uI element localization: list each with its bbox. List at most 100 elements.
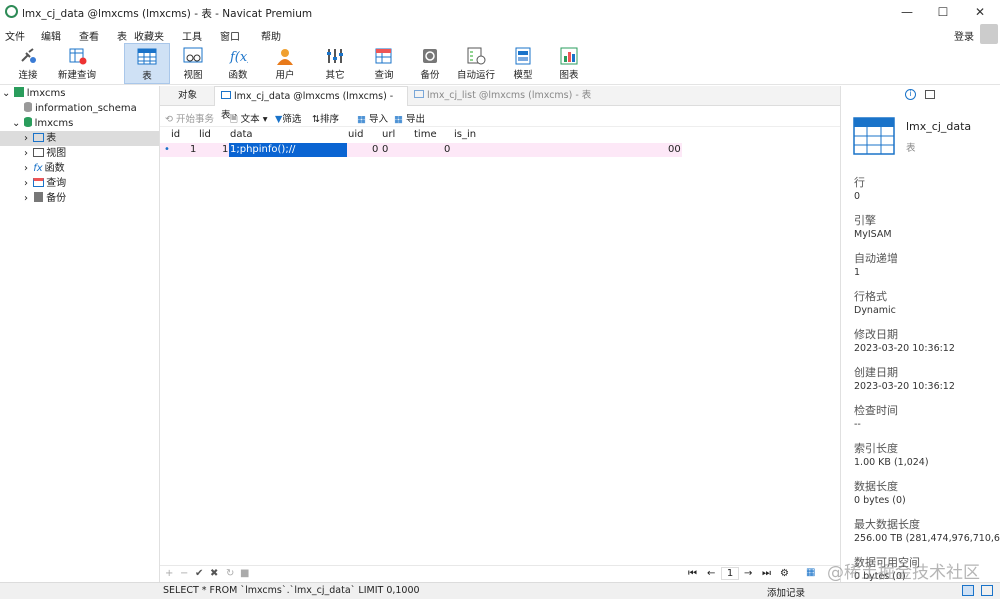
- window-title: lmx_cj_data @lmxcms (lmxcms) - 表 - Navic…: [22, 8, 313, 20]
- model-button[interactable]: 模型: [503, 43, 543, 84]
- cell-id[interactable]: 1: [190, 143, 196, 157]
- object-info-panel: i lmx_cj_data 表 行 0 引擎 MyISAM 自动递增 1 行格式 Dynami…: [840, 86, 1000, 582]
- discard-icon[interactable]: ✖: [210, 568, 218, 579]
- cell-is-in[interactable]: 00: [668, 143, 681, 157]
- tab-lmx-cj-data[interactable]: lmx_cj_data @lmxcms (lmxcms) - 表: [214, 86, 408, 121]
- chart-icon: [559, 47, 579, 65]
- tree-item-views[interactable]: › 视图: [24, 146, 66, 161]
- column-header-id[interactable]: id: [171, 128, 180, 142]
- query-icon: [33, 178, 45, 187]
- backup-icon: [420, 47, 440, 65]
- tree-item-tables[interactable]: › 表: [0, 131, 159, 146]
- database-icon: [23, 117, 32, 127]
- avatar-icon[interactable]: [980, 24, 998, 44]
- tree-connection-lmxcms[interactable]: ⌄ lmxcms: [2, 86, 65, 101]
- login-link[interactable]: 登录: [954, 28, 974, 43]
- tab-objects[interactable]: 对象: [172, 86, 203, 106]
- chevron-right-icon[interactable]: ›: [24, 193, 28, 204]
- tree-item-functions[interactable]: › fx 函数: [24, 161, 65, 176]
- text-button[interactable]: 🗎 文本 ▾: [230, 111, 267, 128]
- menu-table[interactable]: 表: [117, 28, 127, 43]
- property-value: Dynamic: [854, 305, 896, 316]
- connection-icon: [18, 47, 38, 65]
- delete-row-icon[interactable]: −: [180, 568, 188, 579]
- last-page-icon[interactable]: ⏭: [762, 568, 771, 579]
- auto-run-icon: [466, 47, 486, 65]
- prev-page-icon[interactable]: ←: [707, 568, 715, 579]
- menu-edit[interactable]: 编辑: [41, 28, 61, 43]
- tree-db-lmxcms[interactable]: ⌄ lmxcms: [12, 116, 73, 131]
- next-page-icon[interactable]: →: [744, 568, 752, 579]
- menu-tools[interactable]: 工具: [182, 28, 202, 43]
- navigation-tree: ⌄ lmxcms information_schema ⌄ lmxcms › 表…: [0, 86, 160, 586]
- chevron-down-icon[interactable]: ⌄: [2, 88, 10, 99]
- backup-button[interactable]: 备份: [410, 43, 450, 84]
- column-header-time[interactable]: time: [414, 128, 437, 142]
- connection-button[interactable]: 连接: [9, 43, 47, 84]
- menu-favorites[interactable]: 收藏夹: [134, 28, 164, 43]
- cell-data[interactable]: 1;phpinfo();//: [229, 143, 347, 157]
- grid-view-icon[interactable]: ▦: [806, 567, 815, 578]
- new-query-button[interactable]: 新建查询: [55, 43, 99, 84]
- add-record-status: 添加记录: [767, 588, 806, 599]
- column-header-lid[interactable]: lid: [199, 128, 211, 142]
- stop-icon[interactable]: ■: [240, 568, 249, 579]
- chevron-down-icon[interactable]: ⌄: [12, 118, 20, 129]
- user-button[interactable]: 用户: [265, 43, 305, 84]
- sort-button[interactable]: ⇅排序: [312, 111, 339, 125]
- menu-file[interactable]: 文件: [5, 28, 25, 43]
- other-button[interactable]: 其它: [313, 43, 357, 84]
- settings-icon[interactable]: ⚙: [780, 568, 789, 579]
- tree-db-information-schema[interactable]: information_schema: [24, 101, 137, 116]
- title-bar: lmx_cj_data @lmxcms (lmxcms) - 表 - Navic…: [0, 0, 1000, 24]
- maximize-button[interactable]: ☐: [928, 2, 958, 22]
- cell-time[interactable]: 0: [444, 143, 450, 157]
- chevron-right-icon[interactable]: ›: [24, 148, 28, 159]
- query-button[interactable]: 查询: [364, 43, 404, 84]
- layout-left-icon[interactable]: [962, 585, 974, 596]
- chevron-right-icon[interactable]: ›: [24, 133, 28, 144]
- column-header-is-in[interactable]: is_in: [454, 128, 476, 142]
- begin-transaction-button[interactable]: ⟲ 开始事务: [165, 111, 214, 125]
- column-header-url[interactable]: url: [382, 128, 395, 142]
- auto-run-button[interactable]: 自动运行: [455, 43, 497, 84]
- cell-lid[interactable]: 1: [222, 143, 228, 157]
- column-header-uid[interactable]: uid: [348, 128, 363, 142]
- column-header-data[interactable]: data: [230, 128, 253, 142]
- function-icon: fx: [33, 163, 43, 174]
- filter-button[interactable]: ▼筛选: [275, 111, 301, 125]
- refresh-icon[interactable]: ↻: [226, 568, 234, 579]
- menu-help[interactable]: 帮助: [261, 28, 281, 43]
- grid-bottom-bar: + − ✔ ✖ ↻ ■ ⏮ ← 1 → ⏭ ⚙ ▦: [160, 565, 840, 582]
- menu-window[interactable]: 窗口: [220, 28, 240, 43]
- connection-icon: [13, 87, 24, 97]
- info-icon[interactable]: i: [905, 89, 916, 100]
- page-number-input[interactable]: 1: [721, 567, 739, 580]
- tree-item-backups[interactable]: › 备份: [24, 191, 66, 206]
- chart-button[interactable]: 图表: [549, 43, 589, 84]
- apply-icon[interactable]: ✔: [195, 568, 203, 579]
- cell-url[interactable]: 0: [382, 143, 388, 157]
- chevron-right-icon[interactable]: ›: [24, 178, 28, 189]
- view-button[interactable]: 视图: [173, 43, 213, 84]
- import-button[interactable]: ▦ 导入: [357, 111, 388, 125]
- first-page-icon[interactable]: ⏮: [688, 568, 697, 579]
- property-label: 索引长度: [854, 442, 898, 455]
- property-value: 0: [854, 191, 861, 202]
- add-row-icon[interactable]: +: [165, 568, 173, 579]
- tree-item-queries[interactable]: › 查询: [24, 176, 66, 191]
- property-label: 行格式: [854, 290, 887, 303]
- layout-right-icon[interactable]: [981, 585, 993, 596]
- ddl-icon[interactable]: [925, 90, 935, 99]
- menu-bar: 文件 编辑 查看 表 收藏夹 工具 窗口 帮助 登录: [0, 24, 1000, 43]
- menu-view[interactable]: 查看: [79, 28, 99, 43]
- function-button[interactable]: f(x) 函数: [218, 43, 258, 84]
- minimize-button[interactable]: —: [892, 2, 922, 22]
- cell-uid[interactable]: 0: [372, 143, 378, 157]
- chevron-right-icon[interactable]: ›: [24, 163, 28, 174]
- tab-lmx-cj-list[interactable]: lmx_cj_list @lmxcms (lmxcms) - 表: [408, 86, 597, 106]
- export-button[interactable]: ▦ 导出: [394, 111, 425, 125]
- table-button[interactable]: 表: [124, 43, 170, 84]
- sql-statement: SELECT * FROM `lmxcms`.`lmx_cj_data` LIM…: [163, 585, 420, 596]
- close-button[interactable]: ✕: [965, 2, 995, 22]
